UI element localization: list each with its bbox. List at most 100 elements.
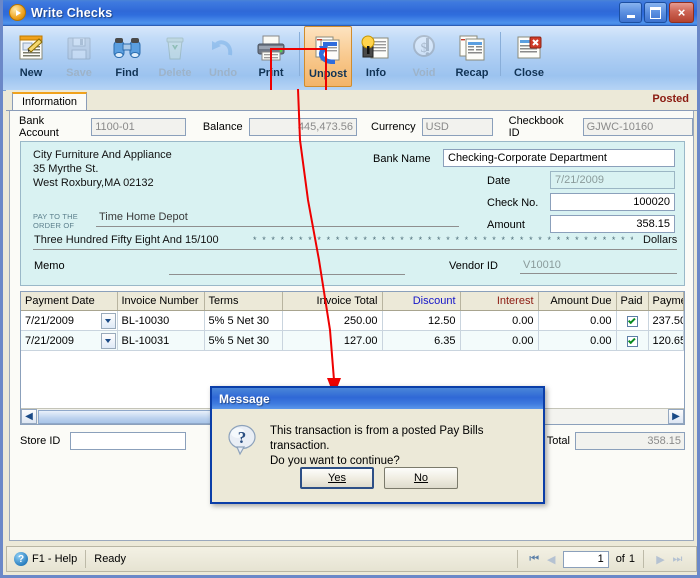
col-interest[interactable]: Interest — [460, 292, 539, 311]
help-circle-icon[interactable]: ? — [14, 552, 28, 566]
no-button[interactable]: No — [384, 467, 458, 489]
cell-interest[interactable]: 0.00 — [460, 330, 539, 351]
cell-payment[interactable]: 237.50 — [648, 310, 684, 331]
col-discount[interactable]: Discount — [382, 292, 461, 311]
status-bar: ? F1 - Help Ready ⏮ ◀ 1 of 1 ▶ ⏭ — [6, 546, 697, 572]
info-button-label: Info — [365, 67, 387, 79]
close-window-icon — [514, 30, 544, 66]
yes-button[interactable]: Yes — [300, 467, 374, 489]
col-payment[interactable]: Payment — [648, 292, 684, 311]
cell-terms[interactable]: 5% 5 Net 30 — [204, 310, 283, 331]
payee-value[interactable]: Time Home Depot — [99, 211, 188, 223]
col-terms[interactable]: Terms — [204, 292, 283, 311]
cell-payment-date[interactable]: 7/21/2009 — [21, 330, 118, 351]
written-amount-underline — [33, 249, 677, 250]
amount-label: Amount — [487, 219, 525, 231]
toolbar-separator — [299, 32, 300, 76]
bank-account-field[interactable]: 1100-01 — [91, 118, 186, 136]
col-paid[interactable]: Paid — [616, 292, 649, 311]
tab-strip: Information Posted — [6, 90, 697, 111]
cell-terms[interactable]: 5% 5 Net 30 — [204, 330, 283, 351]
table-row[interactable]: 7/21/2009 BL-10031 5% 5 Net 30 127.00 6.… — [21, 330, 684, 351]
window-controls: × — [619, 2, 694, 23]
vendor-id-underline — [520, 273, 677, 274]
nav-next-icon[interactable]: ▶ — [652, 551, 669, 568]
new-button[interactable]: New — [7, 26, 55, 86]
cell-invoice-total[interactable]: 127.00 — [282, 330, 383, 351]
window-title: Write Checks — [31, 5, 113, 20]
cell-paid[interactable] — [616, 330, 649, 351]
close-toolbar-button[interactable]: Close — [505, 26, 553, 86]
unpost-button[interactable]: Unpost — [304, 26, 352, 87]
vendor-id-label: Vendor ID — [449, 260, 498, 272]
no-button-label: No — [413, 472, 429, 484]
delete-button[interactable]: Delete — [151, 26, 199, 86]
check-no-field[interactable]: 100020 — [550, 193, 675, 211]
col-invoice-total[interactable]: Invoice Total — [282, 292, 383, 311]
store-id-label: Store ID — [20, 435, 61, 447]
minimize-icon — [626, 14, 635, 18]
dialog-message-line1: This transaction is from a posted Pay Bi… — [270, 425, 484, 452]
cell-discount[interactable]: 12.50 — [382, 310, 461, 331]
cell-paid[interactable] — [616, 310, 649, 331]
col-payment-date[interactable]: Payment Date — [21, 292, 118, 311]
scroll-right-icon[interactable]: ▶ — [668, 409, 684, 424]
vendor-id-value[interactable]: V10010 — [523, 259, 561, 271]
void-dollar-icon: $ — [409, 30, 439, 66]
memo-label: Memo — [34, 260, 65, 272]
status-state: Ready — [94, 553, 127, 565]
title-bar: Write Checks × — [3, 0, 697, 26]
col-amount-due[interactable]: Amount Due — [538, 292, 617, 311]
pay-to-order-label: PAY TO THE ORDER OF — [33, 212, 78, 230]
company-street: 35 Myrthe St. — [33, 163, 99, 175]
bank-account-label: Bank Account — [19, 115, 59, 139]
date-field[interactable]: 7/21/2009 — [550, 171, 675, 189]
close-button[interactable]: × — [669, 2, 694, 23]
cell-payment[interactable]: 120.65 — [648, 330, 684, 351]
cell-invoice-number[interactable]: BL-10031 — [117, 330, 205, 351]
cell-discount[interactable]: 6.35 — [382, 330, 461, 351]
void-button[interactable]: $ Void — [400, 26, 448, 86]
chevron-down-icon[interactable] — [100, 313, 116, 329]
cell-payment-date[interactable]: 7/21/2009 — [21, 310, 118, 331]
bank-name-field[interactable]: Checking-Corporate Department — [443, 149, 675, 167]
nav-prev-icon[interactable]: ◀ — [543, 551, 560, 568]
help-text[interactable]: F1 - Help — [32, 553, 77, 565]
cell-interest[interactable]: 0.00 — [460, 310, 539, 331]
table-row[interactable]: 7/21/2009 BL-10030 5% 5 Net 30 250.00 12… — [21, 310, 684, 331]
page-number-input[interactable]: 1 — [562, 550, 609, 568]
checkbook-id-field[interactable]: GJWC-10160 — [582, 118, 693, 136]
cell-invoice-total[interactable]: 250.00 — [282, 310, 383, 331]
paid-checkbox[interactable] — [626, 315, 638, 327]
maximize-button[interactable] — [644, 2, 667, 23]
cell-invoice-number[interactable]: BL-10030 — [117, 310, 205, 331]
chevron-down-icon[interactable] — [100, 333, 116, 349]
undo-button[interactable]: Undo — [199, 26, 247, 86]
col-invoice-number[interactable]: Invoice Number — [117, 292, 205, 311]
bank-name-label: Bank Name — [373, 153, 431, 165]
print-button[interactable]: Print — [247, 26, 295, 86]
info-button[interactable]: Info — [352, 26, 400, 86]
undo-arrow-icon — [208, 30, 238, 66]
yes-button-label: Yes — [328, 472, 346, 484]
store-id-field[interactable] — [70, 432, 187, 450]
nav-first-icon[interactable]: ⏮ — [526, 551, 543, 568]
scroll-left-icon[interactable]: ◀ — [21, 409, 37, 424]
paid-checkbox[interactable] — [626, 335, 638, 347]
nav-last-icon[interactable]: ⏭ — [669, 551, 686, 568]
delete-button-label: Delete — [158, 67, 192, 79]
dollars-label: Dollars — [643, 234, 678, 246]
balance-label: Balance — [202, 121, 243, 133]
toolbar-separator-2 — [500, 32, 501, 76]
save-button[interactable]: Save — [55, 26, 103, 86]
cell-amount-due[interactable]: 0.00 — [538, 330, 617, 351]
dialog-message: This transaction is from a posted Pay Bi… — [270, 424, 543, 469]
currency-field[interactable]: USD — [421, 118, 493, 136]
find-button[interactable]: Find — [103, 26, 151, 86]
tab-information[interactable]: Information — [12, 92, 88, 110]
cell-amount-due[interactable]: 0.00 — [538, 310, 617, 331]
recap-button[interactable]: Recap — [448, 26, 496, 86]
minimize-button[interactable] — [619, 2, 642, 23]
amount-field[interactable]: 358.15 — [550, 215, 675, 233]
dialog-body: ? This transaction is from a posted Pay … — [212, 409, 543, 502]
